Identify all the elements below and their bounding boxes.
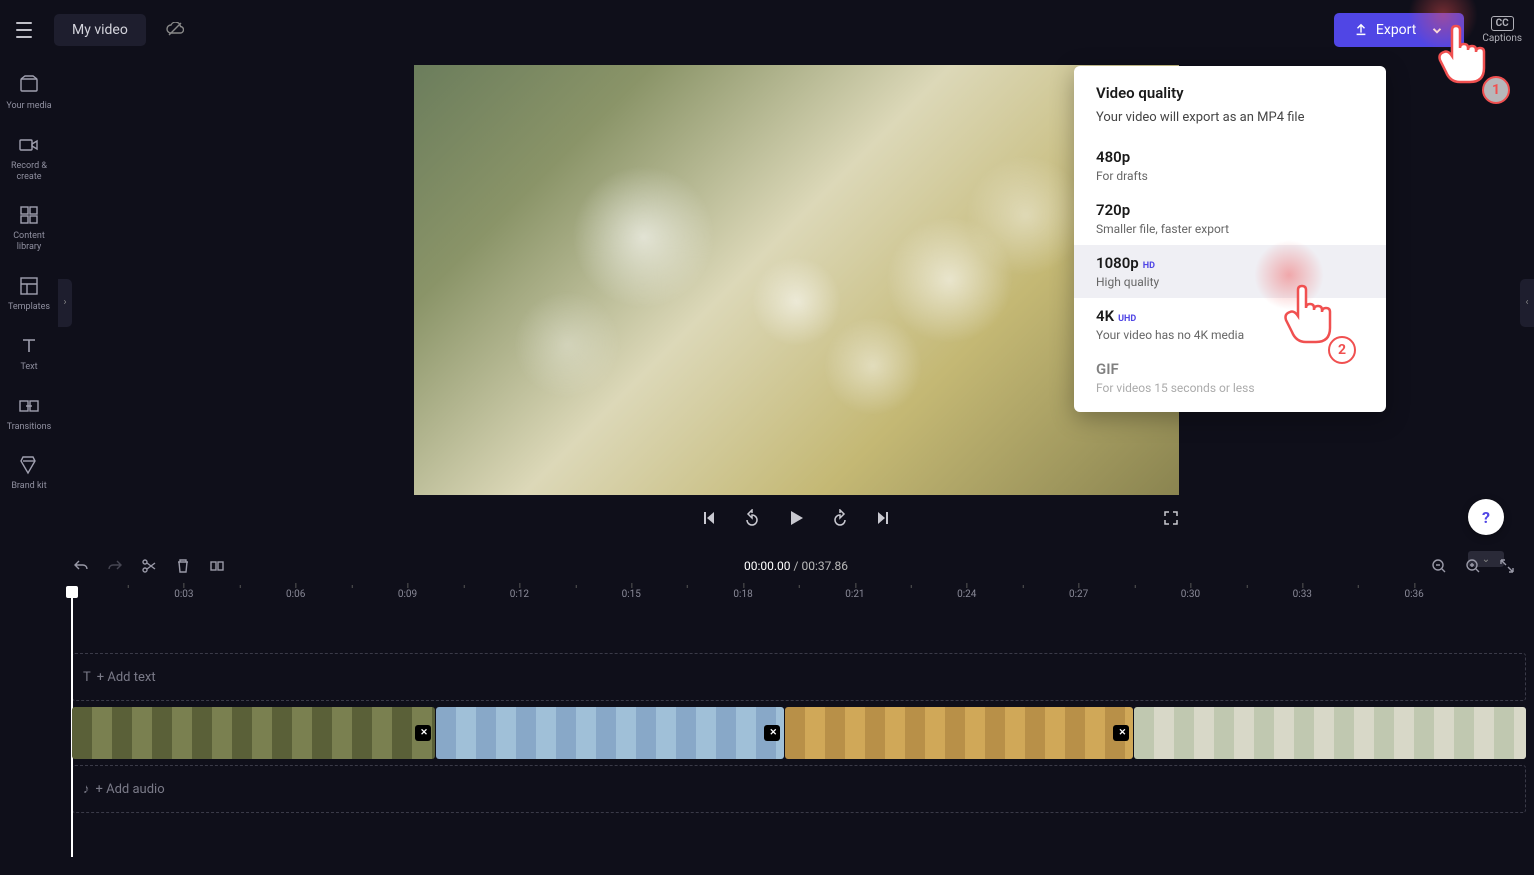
ruler-tick: 0:30 [1181, 589, 1200, 600]
quality-badge: UHD [1118, 314, 1136, 324]
video-clip[interactable] [1134, 707, 1526, 759]
export-menu-title: Video quality [1074, 84, 1386, 102]
help-button[interactable]: ? [1468, 499, 1504, 535]
export-option-4k[interactable]: 4K UHD Your video has no 4K media [1074, 298, 1386, 351]
time-display: 00:00.00 / 00:37.86 [744, 559, 848, 573]
undo-icon[interactable] [72, 557, 90, 575]
export-option-1080p[interactable]: 1080p HD High quality [1074, 245, 1386, 298]
export-option-label: 4K [1096, 307, 1114, 325]
left-sidebar: Your media Record & create Content library… [0, 60, 58, 875]
ruler-tick: 0:36 [1404, 589, 1423, 600]
export-option-gif: GIF For videos 15 seconds or less [1074, 351, 1386, 404]
export-button[interactable]: Export [1334, 13, 1464, 47]
transitions-icon [18, 395, 40, 417]
cloud-sync-icon[interactable] [166, 21, 184, 40]
trash-icon[interactable] [174, 557, 192, 575]
record-icon [18, 134, 40, 156]
library-icon [18, 204, 40, 226]
ruler-tick: 0:15 [622, 589, 641, 600]
sidebar-item-label: Transitions [7, 422, 52, 433]
rewind-icon[interactable] [743, 509, 761, 527]
sidebar-item-label: Record & create [2, 161, 56, 183]
sidebar-item-media[interactable]: Your media [2, 74, 56, 112]
export-option-desc: High quality [1096, 275, 1364, 289]
sidebar-item-label: Brand kit [11, 481, 46, 492]
add-text-label: + Add text [97, 670, 156, 685]
zoom-in-icon[interactable] [1464, 557, 1482, 575]
media-icon [18, 74, 40, 96]
cc-icon: CC [1491, 16, 1514, 31]
skip-start-icon[interactable] [701, 510, 717, 526]
export-option-desc: For videos 15 seconds or less [1096, 381, 1364, 395]
sidebar-item-label: Text [20, 362, 37, 373]
quality-badge: HD [1143, 261, 1155, 271]
fit-timeline-icon[interactable] [1498, 557, 1516, 575]
video-preview[interactable] [414, 65, 1179, 495]
ruler-tick: 0:21 [845, 589, 864, 600]
redo-icon[interactable] [106, 557, 124, 575]
fullscreen-icon[interactable] [1163, 510, 1179, 526]
project-title[interactable]: My video [54, 14, 146, 46]
audio-track[interactable]: ♪ + Add audio [72, 765, 1526, 813]
export-option-desc: Smaller file, faster export [1096, 222, 1364, 236]
export-menu-subtitle: Your video will export as an MP4 file [1074, 102, 1386, 139]
play-icon[interactable] [787, 509, 805, 527]
export-option-480p[interactable]: 480p For drafts [1074, 139, 1386, 192]
video-clip[interactable] [785, 707, 1133, 759]
captions-label: Captions [1482, 33, 1522, 44]
text-track[interactable]: T + Add text [72, 653, 1526, 701]
ruler-tick: 0:18 [733, 589, 752, 600]
export-option-desc: For drafts [1096, 169, 1364, 183]
hamburger-menu-icon[interactable] [12, 18, 36, 42]
export-quality-menu: Video quality Your video will export as … [1074, 66, 1386, 412]
sidebar-item-brand[interactable]: Brand kit [2, 454, 56, 492]
templates-icon [18, 275, 40, 297]
video-track[interactable] [72, 707, 1526, 759]
brand-icon [18, 454, 40, 476]
ruler-tick: 0:24 [957, 589, 976, 600]
ruler-tick: 0:03 [174, 589, 193, 600]
ruler-tick: 0:27 [1069, 589, 1088, 600]
text-icon: T [83, 670, 91, 685]
export-option-label: GIF [1096, 360, 1119, 378]
sidebar-item-transitions[interactable]: Transitions [2, 395, 56, 433]
ruler-tick: 0:06 [286, 589, 305, 600]
sidebar-item-templates[interactable]: Templates [2, 275, 56, 313]
text-icon [18, 335, 40, 357]
video-clip[interactable] [72, 707, 435, 759]
export-option-desc: Your video has no 4K media [1096, 328, 1364, 342]
sidebar-item-label: Content library [2, 231, 56, 253]
video-clip[interactable] [436, 707, 784, 759]
export-button-label: Export [1376, 22, 1416, 38]
add-audio-label: + Add audio [96, 782, 165, 797]
ruler-tick: 0:12 [510, 589, 529, 600]
sidebar-item-label: Your media [6, 101, 51, 112]
export-option-label: 720p [1096, 201, 1130, 219]
expand-left-panel-icon[interactable]: › [58, 279, 72, 327]
forward-icon[interactable] [831, 509, 849, 527]
sidebar-item-text[interactable]: Text [2, 335, 56, 373]
skip-end-icon[interactable] [875, 510, 891, 526]
sidebar-item-record[interactable]: Record & create [2, 134, 56, 183]
scissors-icon[interactable] [140, 557, 158, 575]
export-option-720p[interactable]: 720p Smaller file, faster export [1074, 192, 1386, 245]
expand-right-panel-icon[interactable]: ‹ [1520, 279, 1534, 327]
zoom-out-icon[interactable] [1430, 557, 1448, 575]
ruler-tick: 0:33 [1293, 589, 1312, 600]
ruler-tick: 0:09 [398, 589, 417, 600]
split-icon[interactable] [208, 557, 226, 575]
music-icon: ♪ [83, 781, 90, 797]
export-option-label: 1080p [1096, 254, 1139, 272]
captions-button[interactable]: CC Captions [1482, 16, 1522, 44]
sidebar-item-label: Templates [8, 302, 50, 313]
export-option-label: 480p [1096, 148, 1130, 166]
sidebar-item-library[interactable]: Content library [2, 204, 56, 253]
